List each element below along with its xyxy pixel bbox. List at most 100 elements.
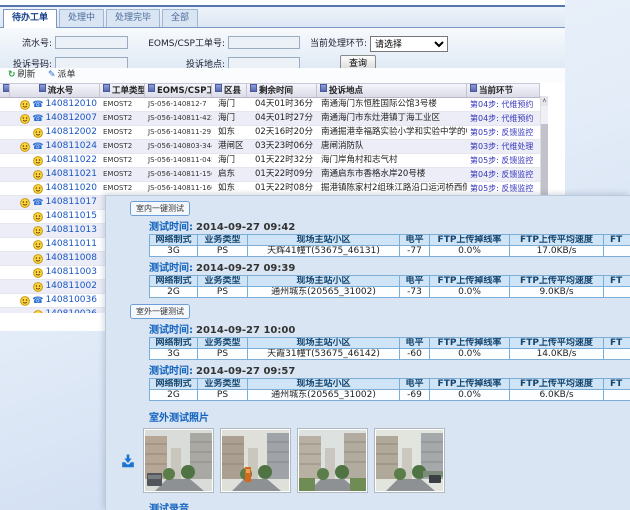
test-column-header: FTP上传掉线率 xyxy=(430,235,510,246)
download-photos-icon[interactable] xyxy=(120,453,136,469)
street-photo-2[interactable] xyxy=(221,429,290,492)
serial-number-link[interactable]: 140811022 xyxy=(45,154,97,167)
current-step-cell: 第05步: 反馈监控 xyxy=(467,126,540,139)
serial-number-link[interactable]: 140811002 xyxy=(45,280,97,293)
test-column-header: 网络制式 xyxy=(150,276,198,287)
remaining-time-cell: 04天01时36分 xyxy=(247,98,317,111)
test-column-header: FT xyxy=(604,338,630,349)
serial-input[interactable] xyxy=(55,36,128,49)
tab-finished[interactable]: 处理完毕 xyxy=(106,9,160,27)
table-toolbar: ↻刷新 ✎派单 xyxy=(0,68,565,83)
indoor-test-button[interactable]: 室内一键测试 xyxy=(130,201,190,216)
table-row[interactable]: ☎140812010EMOST2JS-056-140812-7海门04天01时3… xyxy=(0,98,540,112)
outdoor-test-button[interactable]: 室外一键测试 xyxy=(130,304,190,319)
test-column-header: 现场主站小区 xyxy=(248,338,400,349)
eoms-number-cell: JS-056-140811-150 xyxy=(145,168,212,181)
test-value-cell: -60 xyxy=(400,349,430,360)
column-header-0[interactable]: 流水号 xyxy=(10,84,100,97)
column-header-2[interactable]: EOMS/CSP工单号 xyxy=(145,84,212,97)
test-time-line: 测试时间:2014-09-27 09:42 xyxy=(149,218,630,233)
tab-processing[interactable]: 处理中 xyxy=(59,9,104,27)
current-step-cell: 第04步: 反馈监控 xyxy=(467,168,540,181)
phone-icon[interactable]: ☎ xyxy=(32,198,43,208)
serial-number-link[interactable]: 140811015 xyxy=(45,210,97,223)
tab-pending-orders[interactable]: 待办工单 xyxy=(3,9,57,28)
row-select-cell xyxy=(0,210,10,223)
street-photo-3[interactable] xyxy=(298,429,367,492)
serial-number-link[interactable]: 140811003 xyxy=(45,266,97,279)
column-header-1[interactable]: 工单类型 xyxy=(100,84,145,97)
serial-number-link[interactable]: 140810026 xyxy=(45,308,97,313)
test-result-panel: 室内一键测试测试时间:2014-09-27 09:42网络制式业务类型现场主站小… xyxy=(105,195,630,510)
remaining-time-cell: 01天22时08分 xyxy=(247,182,317,195)
test-time-line: 测试时间:2014-09-27 09:39 xyxy=(149,259,630,274)
street-photo-1[interactable] xyxy=(144,429,213,492)
column-header-5[interactable]: 投诉地点 xyxy=(317,84,467,97)
serial-number-link[interactable]: 140811013 xyxy=(45,224,97,237)
test-time-value: 2014-09-27 09:42 xyxy=(196,222,295,233)
table-row[interactable]: 140811020EMOST2JS-056-140811-160如东01天22时… xyxy=(0,182,540,196)
serial-number-link[interactable]: 140811024 xyxy=(45,140,97,153)
column-header-3[interactable]: 区县 xyxy=(212,84,247,97)
test-column-header: FTP上传掉线率 xyxy=(430,379,510,390)
serial-number-link[interactable]: 140812007 xyxy=(45,112,97,125)
serial-cell: 140811021 xyxy=(10,168,100,181)
test-value-cell: 17.0KB/s xyxy=(510,246,604,257)
district-cell: 海门 xyxy=(212,112,247,125)
phone-icon[interactable]: ☎ xyxy=(32,296,43,306)
table-row[interactable]: ☎140811024EMOST2JS-056-140803-344港闸区03天2… xyxy=(0,140,540,154)
serial-number-link[interactable]: 140811011 xyxy=(45,238,97,251)
dispatch-button[interactable]: ✎派单 xyxy=(48,69,76,82)
serial-number-link[interactable]: 140812002 xyxy=(45,126,97,139)
smiley-face-icon xyxy=(33,184,43,194)
table-row[interactable]: 140811022EMOST2JS-056-140811-045海门01天22时… xyxy=(0,154,540,168)
street-photo-4[interactable] xyxy=(375,429,444,492)
test-value-cell: -73 xyxy=(400,287,430,298)
serial-number-link[interactable]: 140812010 xyxy=(45,98,97,111)
smiley-face-icon xyxy=(33,268,43,278)
smiley-face-icon xyxy=(33,240,43,250)
serial-number-link[interactable]: 140810036 xyxy=(45,294,97,307)
photos-row xyxy=(106,429,630,492)
serial-number-link[interactable]: 140811008 xyxy=(45,252,97,265)
row-select-cell xyxy=(0,154,10,167)
column-header-6[interactable]: 当前环节 xyxy=(467,84,540,97)
test-value-cell: 通州城东(20565_31002) xyxy=(248,390,400,401)
test-time-value: 2014-09-27 09:57 xyxy=(196,366,295,377)
test-value-cell: -77 xyxy=(400,246,430,257)
serial-number-link[interactable]: 140811020 xyxy=(45,182,97,195)
test-table-header-row: 网络制式业务类型现场主站小区电平FTP上传掉线率FTP上传平均速度FT xyxy=(150,338,630,349)
serial-number-link[interactable]: 140811017 xyxy=(45,196,97,209)
order-type-cell: EMOST2 xyxy=(100,168,145,181)
phone-icon[interactable]: ☎ xyxy=(32,114,43,124)
serial-cell: 140811011 xyxy=(10,238,100,251)
column-header-4[interactable]: 剩余时间 xyxy=(247,84,317,97)
test-value-cell: PS xyxy=(198,246,248,257)
phone-icon[interactable]: ☎ xyxy=(32,100,43,110)
phone-icon[interactable]: ☎ xyxy=(32,142,43,152)
row-select-cell xyxy=(0,126,10,139)
test-value-cell: 3G xyxy=(150,349,198,360)
table-row[interactable]: 140812002EMOST2JS-056-140811-291如东02天16时… xyxy=(0,126,540,140)
step-select[interactable]: 请选择 xyxy=(370,36,448,52)
test-table: 网络制式业务类型现场主站小区电平FTP上传掉线率FTP上传平均速度FT3GPS天… xyxy=(149,234,630,257)
smiley-face-icon xyxy=(20,142,30,152)
refresh-button[interactable]: ↻刷新 xyxy=(8,69,36,82)
search-panel: 流水号: EOMS/CSP工单号: 当前处理环节: 请选择 投诉号码: 投诉地点… xyxy=(0,28,565,69)
tab-all[interactable]: 全部 xyxy=(162,9,198,27)
current-step-cell: 第03步: 代维处理 xyxy=(467,140,540,153)
serial-number-link[interactable]: 140811021 xyxy=(45,168,97,181)
test-table: 网络制式业务类型现场主站小区电平FTP上传掉线率FTP上传平均速度FT3GPS天… xyxy=(149,337,630,360)
smiley-face-icon xyxy=(33,156,43,166)
scroll-up-icon[interactable]: ∧ xyxy=(541,96,548,106)
test-time-label: 测试时间: xyxy=(149,325,193,336)
smiley-face-icon xyxy=(33,282,43,292)
test-column-header: 电平 xyxy=(400,379,430,390)
test-value-cell: -69 xyxy=(400,390,430,401)
table-row[interactable]: ☎140812007EMOST2JS-056-140811-422海门04天01… xyxy=(0,112,540,126)
table-row[interactable]: 140811021EMOST2JS-056-140811-150启东01天22时… xyxy=(0,168,540,182)
serial-cell: 140811015 xyxy=(10,210,100,223)
serial-cell: ☎140811017 xyxy=(10,196,100,209)
row-select-cell xyxy=(0,252,10,265)
row-select-cell xyxy=(0,112,10,125)
